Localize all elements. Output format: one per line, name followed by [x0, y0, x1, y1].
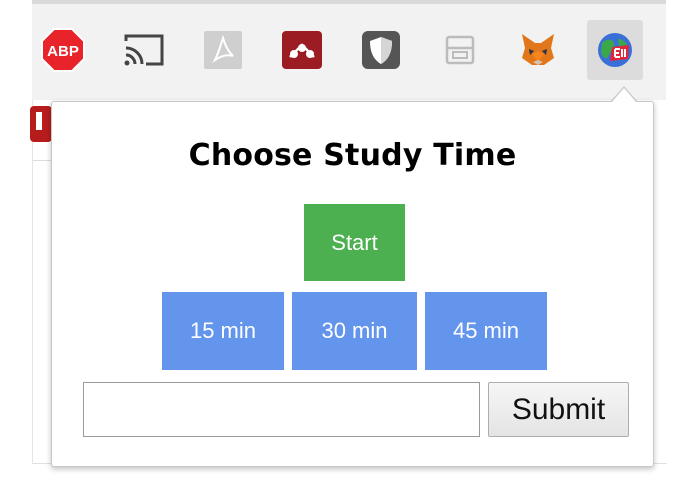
- reader-icon: [445, 35, 475, 65]
- preset-15-min-button[interactable]: 15 min: [162, 292, 284, 370]
- acrobat-extension[interactable]: [195, 20, 251, 80]
- shield-extension[interactable]: [353, 20, 409, 80]
- submit-button[interactable]: Submit: [488, 382, 629, 437]
- adblock-plus-extension[interactable]: ABP: [35, 20, 91, 80]
- preset-30-min-button[interactable]: 30 min: [292, 292, 417, 370]
- metamask-extension[interactable]: [510, 20, 566, 80]
- adblock-plus-label: ABP: [47, 43, 79, 60]
- popup-arrow-fill: [611, 88, 637, 103]
- popup-title: Choose Study Time: [188, 138, 517, 173]
- reader-extension[interactable]: [432, 20, 488, 80]
- cast-icon: [124, 34, 164, 66]
- preset-45-min-button[interactable]: 45 min: [425, 292, 547, 370]
- custom-time-input[interactable]: [83, 382, 480, 437]
- study-timer-extension[interactable]: [587, 20, 643, 80]
- globe-icon: [598, 33, 632, 67]
- study-time-popup: Choose Study Time Start 15 min 30 min 45…: [51, 101, 654, 467]
- start-button[interactable]: Start: [304, 204, 405, 281]
- mendeley-icon: [282, 31, 322, 69]
- metamask-fox-icon: [522, 34, 554, 65]
- cast-extension[interactable]: [116, 20, 172, 80]
- acrobat-icon: [204, 31, 242, 69]
- adblock-plus-icon: ABP: [41, 28, 85, 72]
- mendeley-extension[interactable]: [274, 20, 330, 80]
- shield-icon: [362, 31, 400, 69]
- browser-window: ABP Choose Study Time Start 15 min 30 mi…: [0, 0, 695, 494]
